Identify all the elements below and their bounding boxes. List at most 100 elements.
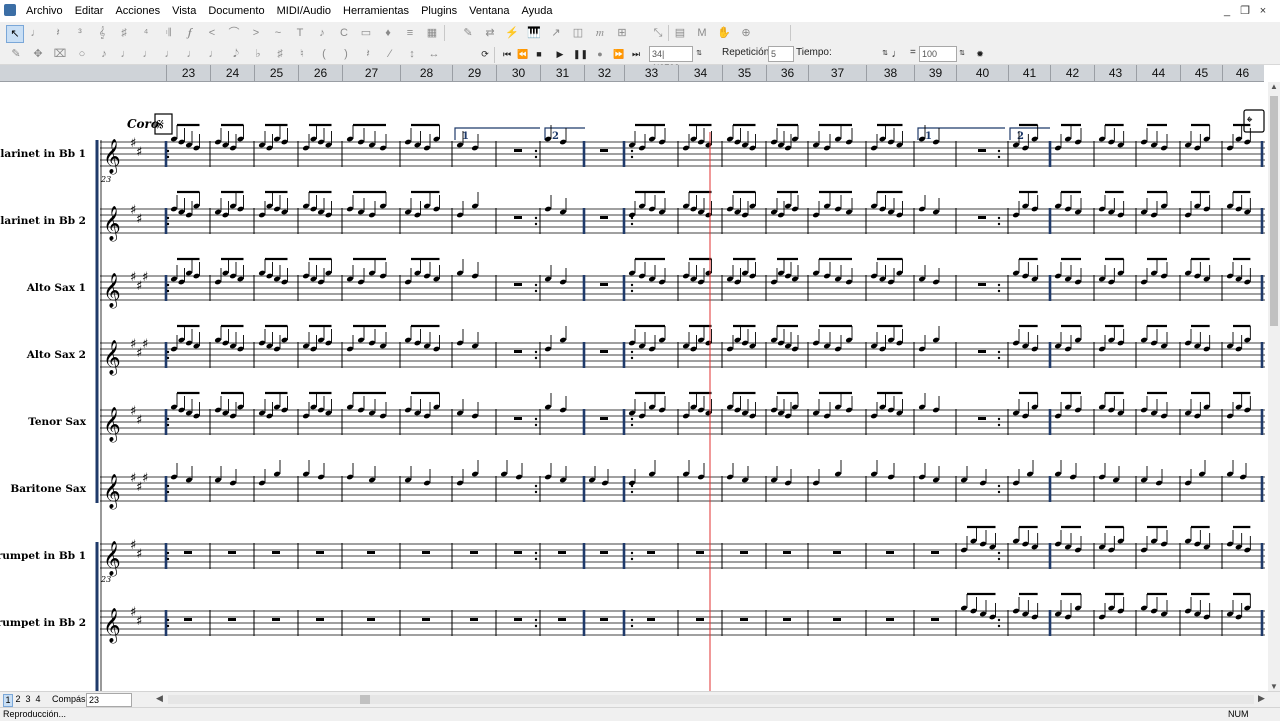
ruler-measure-23[interactable]: 23	[166, 65, 210, 81]
tempo-spinner[interactable]: ⇅	[955, 46, 969, 62]
menu-herramientas[interactable]: Herramientas	[337, 0, 415, 22]
page-3-button[interactable]: 3	[24, 694, 32, 705]
edit-tool-19-icon[interactable]: ↕	[404, 46, 420, 62]
ornament-tool-icon[interactable]: ~	[270, 25, 286, 41]
horizontal-scrollbar[interactable]	[168, 695, 1254, 704]
edit-tool-4-icon[interactable]: ○	[74, 46, 90, 62]
hand-grabber-icon[interactable]: ✋	[716, 25, 732, 41]
measure-input[interactable]: 23	[86, 693, 132, 707]
symbol-tool-icon[interactable]: ♦	[380, 25, 396, 41]
key-signature-tool-icon[interactable]: ♯	[116, 25, 132, 41]
staff-clarinet-in-bb-2[interactable]: Clarinet in Bb 2 𝄞 ♯♯	[0, 190, 1265, 242]
ruler-measure-42[interactable]: 42	[1050, 65, 1094, 81]
playback-settings-icon[interactable]: ✹	[973, 46, 987, 62]
text-tool-icon[interactable]: T	[292, 25, 308, 41]
staff-alto-sax-2[interactable]: Alto Sax 2 𝄞 ♯♯♯	[26, 324, 1265, 376]
staff-tenor-sax[interactable]: Tenor Sax 𝄞 ♯♯	[28, 391, 1265, 443]
edit-tool-17-icon[interactable]: 𝄽	[360, 46, 376, 62]
hyperscribe-icon[interactable]: 🎹	[526, 25, 542, 41]
menu-ayuda[interactable]: Ayuda	[516, 0, 559, 22]
edit-tool-9-icon[interactable]: ♩	[184, 46, 200, 62]
articulation-tool-icon[interactable]: >	[248, 25, 264, 41]
repeat-select[interactable]: 5	[768, 46, 794, 62]
staff-trumpet-in-bb-1[interactable]: Trumpet in Bb 1𝄞♯♯	[0, 525, 1265, 577]
hscroll-thumb[interactable]	[360, 695, 370, 704]
rest-tool-icon[interactable]: 𝄽	[50, 25, 66, 41]
edit-tool-8-icon[interactable]: ♩	[162, 46, 178, 62]
edit-tool-6-icon[interactable]: ♩	[118, 46, 134, 62]
record-icon[interactable]: ●	[593, 46, 607, 62]
speedy-entry-icon[interactable]: ⚡	[504, 25, 520, 41]
edit-tool-3-icon[interactable]: ⌧	[52, 46, 68, 62]
ossia-tool-icon[interactable]: ◫	[570, 25, 586, 41]
ruler-measure-46[interactable]: 46	[1222, 65, 1262, 81]
ruler-measure-34[interactable]: 34	[678, 65, 722, 81]
edit-tool-7-icon[interactable]: ♩	[140, 46, 156, 62]
pause-icon[interactable]: ❚❚	[573, 46, 588, 62]
ruler-measure-27[interactable]: 27	[342, 65, 400, 81]
hscroll-left-icon[interactable]: ◀	[156, 693, 163, 704]
staff-clarinet-in-bb-1[interactable]: Clarinet in Bb 1 𝄞 ♯♯	[0, 123, 1265, 175]
ruler-measure-28[interactable]: 28	[400, 65, 452, 81]
ruler-measure-29[interactable]: 29	[452, 65, 496, 81]
edit-tool-10-icon[interactable]: ♩	[206, 46, 222, 62]
vertical-scrollbar[interactable]: ▲ ▼	[1268, 82, 1280, 691]
ruler-measure-44[interactable]: 44	[1136, 65, 1180, 81]
note-tool-icon[interactable]: ♩	[28, 25, 44, 41]
close-button[interactable]: ×	[1254, 0, 1272, 22]
staff-baritone-sax[interactable]: Baritone Sax 𝄞 ♯♯♯	[10, 460, 1265, 510]
menu-archivo[interactable]: Archivo	[20, 0, 69, 22]
ruler-measure-33[interactable]: 33	[624, 65, 678, 81]
menu-editar[interactable]: Editar	[69, 0, 110, 22]
smart-shape-icon[interactable]: ↗	[548, 25, 564, 41]
repeat-tool-icon[interactable]: 𝄇	[160, 25, 176, 41]
lyrics-tool-icon[interactable]: ♪	[314, 25, 330, 41]
ruler-measure-25[interactable]: 25	[254, 65, 298, 81]
loop-icon[interactable]: ⟳	[478, 46, 492, 62]
edit-tool-15-icon[interactable]: (	[316, 46, 332, 62]
ruler-measure-26[interactable]: 26	[298, 65, 342, 81]
slur-tool-icon[interactable]: ⌒	[226, 25, 242, 41]
edit-tool-2-icon[interactable]: ✥	[30, 46, 46, 62]
scroll-up-icon[interactable]: ▲	[1268, 82, 1280, 91]
hscroll-right-icon[interactable]: ▶	[1258, 693, 1265, 704]
edit-tool-11-icon[interactable]: 𝅘𝅥𝅮	[228, 46, 244, 62]
page-1-button[interactable]: 1	[3, 694, 13, 707]
edit-tool-16-icon[interactable]: )	[338, 46, 354, 62]
playback-counter[interactable]: 34| 1|0700	[649, 46, 693, 73]
page-layout-icon[interactable]: ▤	[672, 25, 688, 41]
play-icon[interactable]: ▶	[553, 46, 567, 62]
ruler-measure-45[interactable]: 45	[1180, 65, 1222, 81]
chord-tool-icon[interactable]: C	[336, 25, 352, 41]
dynamics-tool-icon[interactable]: 𝆑	[182, 25, 198, 41]
hairpin-tool-icon[interactable]: <	[204, 25, 220, 41]
page-4-button[interactable]: 4	[34, 694, 42, 705]
expression-tool-icon[interactable]: 𝆐	[592, 25, 608, 41]
mirror-tool-icon[interactable]: ⇄	[482, 25, 498, 41]
ruler-measure-36[interactable]: 36	[766, 65, 808, 81]
minimize-button[interactable]: _	[1218, 0, 1236, 22]
ruler-measure-43[interactable]: 43	[1094, 65, 1136, 81]
time-signature-tool-icon[interactable]: ⁴	[138, 25, 154, 41]
midi-tool-icon[interactable]: M	[694, 25, 710, 41]
rewind-start-icon[interactable]: ⏮	[500, 46, 514, 62]
edit-tool-1-icon[interactable]: ✎	[8, 46, 24, 62]
edit-tool-13-icon[interactable]: ♯	[272, 46, 288, 62]
selection-arrow-icon[interactable]: ↖	[6, 25, 24, 43]
fast-forward-icon[interactable]: ⏩	[612, 46, 626, 62]
scroll-down-icon[interactable]: ▼	[1268, 682, 1280, 691]
page-2-button[interactable]: 2	[14, 694, 22, 705]
ruler-measure-38[interactable]: 38	[866, 65, 914, 81]
menu-vista[interactable]: Vista	[166, 0, 202, 22]
staff-trumpet-in-bb-2[interactable]: Trumpet in Bb 2𝄞♯♯	[0, 592, 1265, 644]
menu-midi-audio[interactable]: MIDI/Audio	[271, 0, 337, 22]
menu-ventana[interactable]: Ventana	[463, 0, 515, 22]
score-view[interactable]: Coro 𝄋 𝄌 1 2 1 2 23 23 Clarinet in Bb 1 𝄞…	[0, 82, 1266, 691]
menu-acciones[interactable]: Acciones	[109, 0, 166, 22]
staff-tool-icon[interactable]: ≡	[402, 25, 418, 41]
scroll-thumb[interactable]	[1270, 96, 1278, 326]
ruler-measure-31[interactable]: 31	[540, 65, 584, 81]
stop-icon[interactable]: ■	[532, 46, 546, 62]
ruler-measure-41[interactable]: 41	[1008, 65, 1050, 81]
restore-button[interactable]: ❐	[1236, 0, 1254, 22]
